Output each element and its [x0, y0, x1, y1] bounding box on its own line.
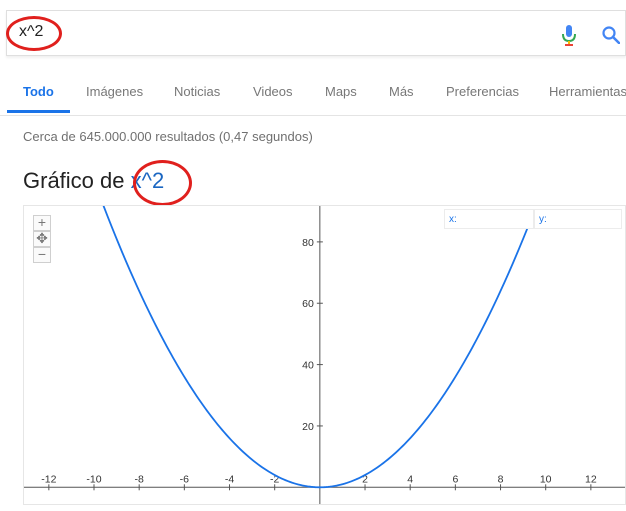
- x-tick-label: 10: [540, 473, 552, 485]
- tab-videos[interactable]: Videos: [253, 84, 293, 99]
- pan-button[interactable]: ✥: [33, 231, 51, 247]
- x-tick-label: -4: [225, 473, 234, 485]
- plot-area[interactable]: -12 -10 -8 -6 -4 -2 2 4 6 8 10 1220406080: [24, 206, 626, 505]
- zoom-in-button[interactable]: +: [33, 215, 51, 231]
- tab-maps[interactable]: Maps: [325, 84, 357, 99]
- x-tick-label: -8: [135, 473, 144, 485]
- x-tick-label: 8: [498, 473, 504, 485]
- graph-title-prefix: Gráfico de: [23, 168, 125, 193]
- x-tick-label: -6: [180, 473, 189, 485]
- tab-todo[interactable]: Todo: [23, 84, 54, 99]
- tab-preferencias[interactable]: Preferencias: [446, 84, 519, 99]
- x-tick-label: -10: [86, 473, 101, 485]
- search-tabs: Todo Imágenes Noticias Videos Maps Más P…: [0, 57, 626, 116]
- search-bar[interactable]: x^2: [6, 10, 626, 56]
- tab-herramientas[interactable]: Herramientas: [549, 84, 626, 99]
- active-tab-indicator: [7, 110, 70, 113]
- search-icon[interactable]: [602, 26, 621, 49]
- x-tick-label: 4: [407, 473, 413, 485]
- function-curve: [102, 206, 529, 489]
- x-tick-label: -12: [41, 473, 56, 485]
- tab-noticias[interactable]: Noticias: [174, 84, 220, 99]
- y-tick-label: 40: [302, 360, 314, 372]
- tab-mas[interactable]: Más: [389, 84, 414, 99]
- zoom-out-button[interactable]: −: [33, 247, 51, 263]
- y-readout: y:: [534, 209, 622, 229]
- function-annotation-circle: [133, 160, 192, 206]
- tab-imagenes[interactable]: Imágenes: [86, 84, 143, 99]
- y-tick-label: 80: [302, 237, 314, 249]
- y-tick-label: 20: [302, 421, 314, 433]
- function-graph[interactable]: -12 -10 -8 -6 -4 -2 2 4 6 8 10 12 20 40 60 80 + ✥ − x: …: [23, 205, 626, 505]
- x-tick-label: 6: [452, 473, 458, 485]
- query-annotation-circle: [6, 16, 62, 51]
- microphone-icon[interactable]: [562, 25, 576, 52]
- result-stats: Cerca de 645.000.000 resultados (0,47 se…: [23, 129, 313, 144]
- x-readout: x:: [444, 209, 534, 229]
- y-tick-label: 60: [302, 298, 314, 310]
- x-tick-label: 12: [585, 473, 597, 485]
